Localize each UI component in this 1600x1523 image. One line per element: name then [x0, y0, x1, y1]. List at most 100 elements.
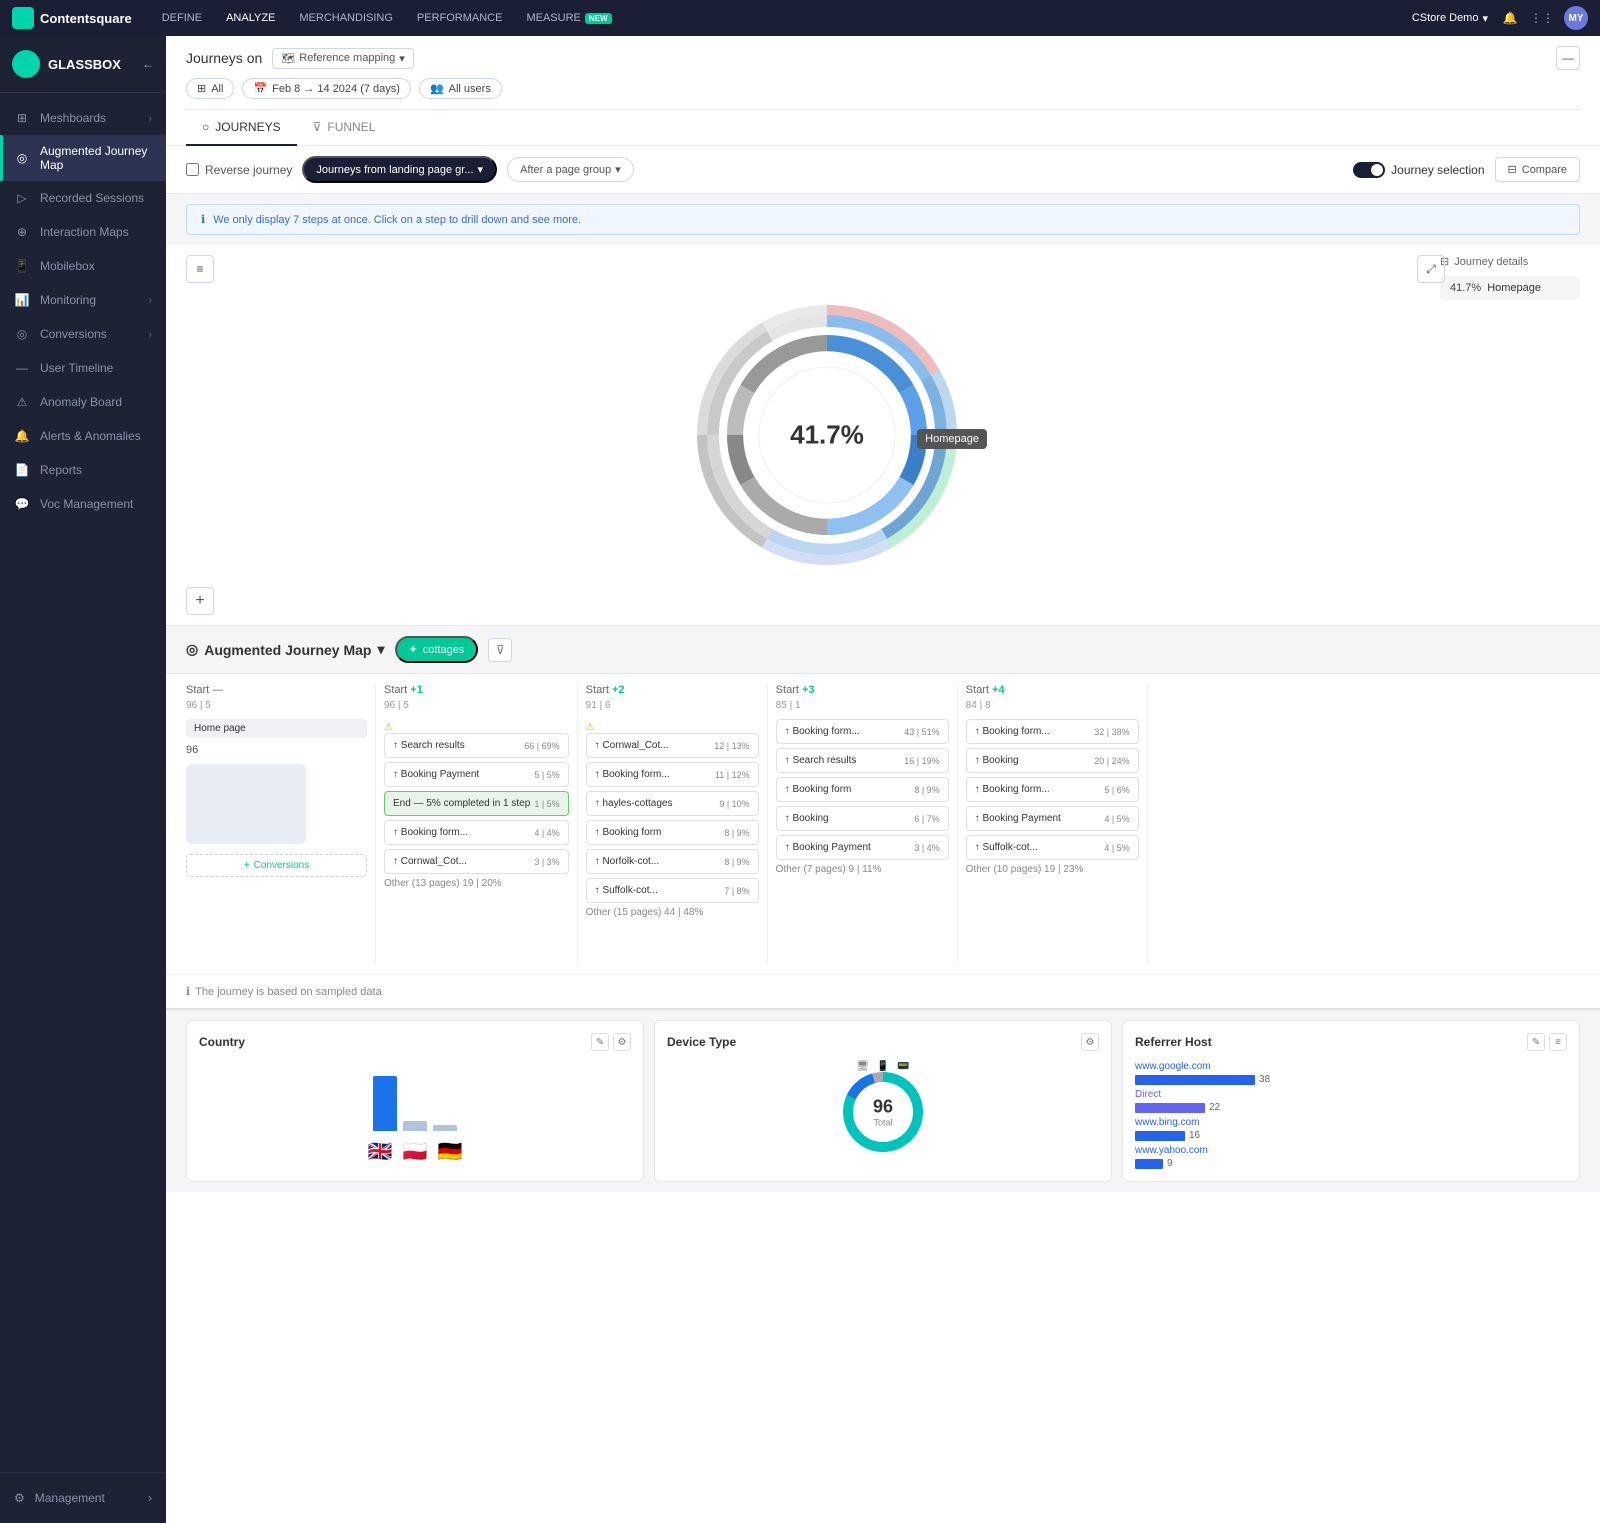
flag-uk: 🇬🇧 [368, 1139, 393, 1164]
list-view-button[interactable]: ≡ [186, 255, 214, 283]
jm-card-booking-form-4a[interactable]: ↑ Booking form... 32 | 38% [966, 719, 1139, 744]
device-settings-icon[interactable]: ⚙ [1081, 1033, 1099, 1051]
journey-step-0: Start — 96 | 5 Home page 96 + Conversion… [186, 684, 376, 964]
sidebar-item-meshboards[interactable]: ⊞ Meshboards › [0, 101, 166, 135]
nav-analyze[interactable]: ANALYZE [216, 8, 285, 28]
referrer-yahoo: www.yahoo.com 9 [1135, 1145, 1567, 1169]
jm-other-3[interactable]: Other (7 pages) 9 | 11% [776, 864, 949, 875]
jm-other-4[interactable]: Other (10 pages) 19 | 23% [966, 864, 1139, 875]
jm-card-search-results[interactable]: ↑ Search results 66 | 69% [384, 733, 569, 758]
journey-details-item[interactable]: 41.7% Homepage [1440, 276, 1580, 300]
jm-card-booking-form-1[interactable]: ↑ Booking form... 4 | 4% [384, 820, 569, 845]
filter-all-chip[interactable]: ⊞ All [186, 78, 234, 99]
nav-define[interactable]: DEFINE [152, 8, 212, 28]
jm-card-booking-3[interactable]: ↑ Booking 6 | 7% [776, 806, 949, 831]
jm-card-booking-payment-4[interactable]: ↑ Booking Payment 4 | 5% [966, 806, 1139, 831]
sidebar-item-conversions[interactable]: ◎ Conversions › [0, 317, 166, 351]
sidebar-item-voc-management[interactable]: 💬 Voc Management [0, 487, 166, 521]
nav-measure[interactable]: MEASURE NEW [516, 8, 621, 28]
country-bar-uk [373, 1076, 397, 1131]
logo[interactable]: Contentsquare [12, 7, 132, 29]
referrer-list-icon[interactable]: ≡ [1549, 1033, 1567, 1051]
sidebar-item-recorded-sessions[interactable]: ▷ Recorded Sessions [0, 181, 166, 215]
collapse-sidebar-button[interactable]: ← [142, 57, 154, 71]
ajm-icon: ◎ [186, 641, 198, 658]
apps-grid-icon[interactable]: ⋮⋮ [1532, 8, 1552, 28]
nav-performance[interactable]: PERFORMANCE [407, 8, 513, 28]
jm-card-booking-payment-3[interactable]: ↑ Booking Payment 3 | 4% [776, 835, 949, 860]
sidebar-item-management[interactable]: ⚙ Management › [14, 1485, 152, 1511]
chart-left-controls: ≡ [186, 255, 214, 615]
sidebar-item-interaction-maps[interactable]: ⊕ Interaction Maps [0, 215, 166, 249]
reference-mapping-button[interactable]: 🗺 Reference mapping ▾ [272, 48, 414, 69]
sidebar-item-user-timeline[interactable]: — User Timeline [0, 351, 166, 385]
sidebar-item-augmented-journey-map[interactable]: ◎ Augmented Journey Map [0, 135, 166, 181]
jm-card-suffolk-2[interactable]: ↑ Suffolk-cot... 7 | 8% [586, 878, 759, 903]
sidebar-item-monitoring[interactable]: 📊 Monitoring › [0, 283, 166, 317]
country-card-icons: ✎ ⚙ [591, 1033, 631, 1051]
analytics-section: Country ✎ ⚙ [166, 1008, 1600, 1192]
sidebar-item-mobilebox[interactable]: 📱 Mobilebox [0, 249, 166, 283]
add-step-button[interactable]: + [186, 587, 214, 615]
sidebar-item-anomaly-board[interactable]: ⚠ Anomaly Board [0, 385, 166, 419]
jm-card-hayles-2[interactable]: ↑ hayles-cottages 9 | 10% [586, 791, 759, 816]
jm-card-booking-payment-1[interactable]: ↑ Booking Payment 5 | 5% [384, 762, 569, 787]
jm-card-booking-form-2b[interactable]: ↑ Booking form 8 | 9% [586, 820, 759, 845]
journey-selection-toggle[interactable] [1353, 162, 1385, 178]
ajm-header: ◎ Augmented Journey Map ▾ ✦ cottages ⊽ [166, 626, 1600, 674]
jm-card-booking-form-4b[interactable]: ↑ Booking form... 5 | 6% [966, 777, 1139, 802]
expand-chart-button[interactable]: ⤢ [1417, 255, 1445, 283]
country-title: Country [199, 1035, 245, 1049]
referrer-bing: www.bing.com 16 [1135, 1117, 1567, 1141]
jm-card-booking-4[interactable]: ↑ Booking 20 | 24% [966, 748, 1139, 773]
ajm-title[interactable]: ◎ Augmented Journey Map ▾ [186, 641, 385, 658]
compare-button[interactable]: ⊟ Compare [1495, 157, 1580, 182]
monitor-icon: 📊 [14, 292, 30, 308]
ajm-filter-button[interactable]: ⊽ [488, 638, 512, 662]
reverse-journey-checkbox[interactable] [186, 163, 199, 176]
jm-other-2[interactable]: Other (15 pages) 44 | 48% [586, 907, 759, 918]
donut-chart[interactable]: 41.7% Homepage [687, 295, 967, 575]
jm-card-booking-form-3a[interactable]: ↑ Booking form... 43 | 51% [776, 719, 949, 744]
filter-date-chip[interactable]: 📅 Feb 8 → 14 2024 (7 days) [242, 78, 411, 99]
step-0-counts: 96 | 5 [186, 700, 367, 711]
nav-merchandising[interactable]: MERCHANDISING [289, 8, 403, 28]
jm-card-end[interactable]: End — 5% completed in 1 step 1 | 5% [384, 791, 569, 816]
country-settings-icon[interactable]: ⚙ [613, 1033, 631, 1051]
referrer-edit-icon[interactable]: ✎ [1527, 1033, 1545, 1051]
sampled-data-notice: ℹ The journey is based on sampled data [166, 974, 1600, 1008]
avatar[interactable]: MY [1564, 6, 1588, 30]
add-conversions-button[interactable]: + Conversions [186, 854, 367, 877]
sidebar-item-alerts-anomalies[interactable]: 🔔 Alerts & Anomalies [0, 419, 166, 453]
country-edit-icon[interactable]: ✎ [591, 1033, 609, 1051]
journey-step-3: Start +3 85 | 1 ↑ Booking form... 43 | 5… [768, 684, 958, 964]
store-demo-selector[interactable]: CStore Demo ▾ [1412, 12, 1488, 25]
journey-selection: Journey selection [1353, 162, 1484, 178]
step-4-counts: 84 | 8 [966, 700, 1139, 711]
sidebar-item-reports[interactable]: 📄 Reports [0, 453, 166, 487]
cottages-filter-button[interactable]: ✦ cottages [395, 636, 479, 663]
country-card: Country ✎ ⚙ [186, 1020, 644, 1182]
sidebar: GLASSBOX ← ⊞ Meshboards › ◎ Augmented Jo… [0, 36, 166, 1523]
jm-card-norfolk-2[interactable]: ↑ Norfolk-cot... 8 | 9% [586, 849, 759, 874]
tab-funnel[interactable]: ⊽ FUNNEL [297, 110, 392, 146]
reverse-journey-toggle[interactable]: Reverse journey [186, 163, 292, 177]
journeys-header: Journeys on 🗺 Reference mapping ▾ — ⊞ Al… [166, 36, 1600, 146]
logo-icon [12, 7, 34, 29]
tab-journeys[interactable]: ○ JOURNEYS [186, 110, 297, 146]
jm-card-search-3[interactable]: ↑ Search results 16 | 19% [776, 748, 949, 773]
sidebar-label-reports: Reports [40, 463, 152, 477]
jm-card-booking-form-2[interactable]: ↑ Booking form... 11 | 12% [586, 762, 759, 787]
jm-card-cornwall-2[interactable]: ↑ Cornwal_Cot... 12 | 13% [586, 733, 759, 758]
notifications-icon[interactable]: 🔔 [1500, 8, 1520, 28]
jm-card-cornwall-1[interactable]: ↑ Cornwal_Cot... 3 | 3% [384, 849, 569, 874]
filter-users-chip[interactable]: 👥 All users [419, 78, 502, 99]
jm-card-booking-form-3b[interactable]: ↑ Booking form 8 | 9% [776, 777, 949, 802]
minimize-button[interactable]: — [1556, 46, 1580, 70]
journey-step-2: Start +2 91 | 6 ⚠ ↑ Cornwal_Cot... 12 | … [578, 684, 768, 964]
sidebar-menu: ⊞ Meshboards › ◎ Augmented Journey Map ▷… [0, 93, 166, 1472]
after-page-button[interactable]: After a page group ▾ [507, 157, 634, 182]
jm-other-1[interactable]: Other (13 pages) 19 | 20% [384, 878, 569, 889]
journey-from-button[interactable]: Journeys from landing page gr... ▾ [302, 156, 497, 183]
jm-card-suffolk-4[interactable]: ↑ Suffolk-cot... 4 | 5% [966, 835, 1139, 860]
